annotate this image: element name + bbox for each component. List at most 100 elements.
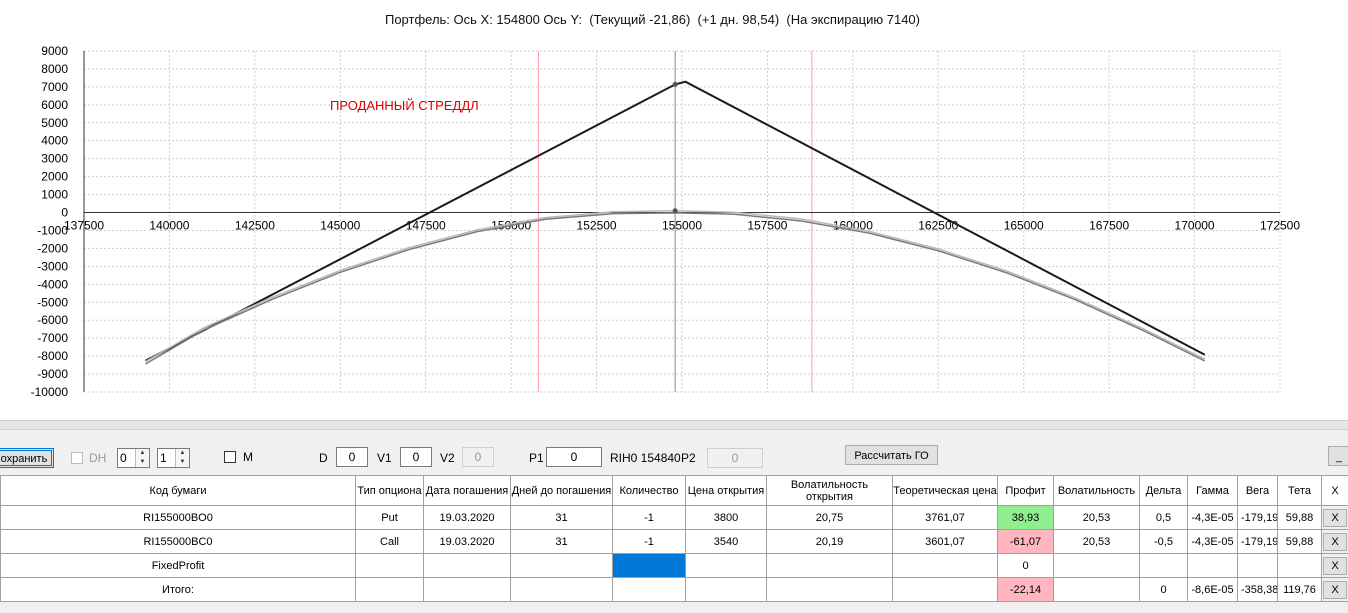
table-cell[interactable]: -1 [612, 505, 686, 530]
m-checkbox[interactable] [224, 451, 236, 463]
spinner-2[interactable]: 1 ▲ ▼ [157, 448, 190, 468]
column-header[interactable]: Волатильность [1053, 475, 1140, 506]
table-cell[interactable]: -61,07 [997, 529, 1054, 554]
p2-input[interactable]: 0 [707, 448, 763, 468]
table-cell[interactable]: 19.03.2020 [423, 529, 511, 554]
table-cell[interactable]: 31 [510, 529, 613, 554]
splitter[interactable] [0, 420, 1348, 430]
column-header[interactable]: Теоретическая цена [892, 475, 998, 506]
column-header[interactable]: Вега [1237, 475, 1278, 506]
v1-input[interactable]: 0 [400, 447, 432, 467]
table-row[interactable]: RI155000BO0 Put 19.03.2020 31 -1 3800 20,75 376… [0, 505, 1348, 530]
column-header[interactable]: Код бумаги [0, 475, 356, 506]
table-cell[interactable]: -4,3E-05 [1187, 529, 1238, 554]
table-cell[interactable]: 59,88 [1277, 505, 1322, 530]
column-header[interactable]: Профит [997, 475, 1054, 506]
table-cell[interactable]: 31 [510, 505, 613, 530]
payoff-chart[interactable]: 9000 8000 7000 6000 5000 4000 3000 2000 1000 0 -10… [0, 0, 1348, 420]
remove-cell[interactable]: X [1321, 529, 1348, 554]
remove-row-button[interactable]: X [1323, 508, 1347, 527]
spinner-1[interactable]: 0 ▲ ▼ [117, 448, 150, 468]
dh-checkbox[interactable] [71, 452, 83, 464]
table-cell[interactable]: Итого: [0, 577, 356, 602]
column-header[interactable]: Тета [1277, 475, 1322, 506]
table-cell[interactable] [685, 577, 767, 602]
column-header[interactable]: Тип опциона [355, 475, 424, 506]
v2-input[interactable]: 0 [462, 447, 494, 467]
table-cell[interactable]: 38,93 [997, 505, 1054, 530]
table-cell[interactable]: Put [355, 505, 424, 530]
table-cell[interactable] [612, 553, 686, 578]
table-cell[interactable]: RI155000BO0 [0, 505, 356, 530]
table-row[interactable]: RI155000BC0 Call 19.03.2020 31 -1 3540 20,19 36… [0, 529, 1348, 554]
table-cell[interactable] [766, 553, 893, 578]
table-cell[interactable] [1053, 577, 1140, 602]
table-cell[interactable]: FixedProfit [0, 553, 356, 578]
column-header[interactable]: Волатильность открытия [766, 475, 893, 506]
table-cell[interactable]: -4,3E-05 [1187, 505, 1238, 530]
table-cell[interactable]: -8,6E-05 [1187, 577, 1238, 602]
table-row[interactable]: FixedProfit 0 X [0, 553, 1348, 578]
d-input[interactable]: 0 [336, 447, 368, 467]
remove-cell[interactable]: X [1321, 505, 1348, 530]
remove-row-button[interactable]: X [1323, 556, 1347, 575]
table-cell[interactable] [355, 553, 424, 578]
p1-input[interactable]: 0 [546, 447, 602, 467]
table-cell[interactable]: 0,5 [1139, 505, 1188, 530]
table-cell[interactable] [510, 577, 613, 602]
column-header[interactable]: Дельта [1139, 475, 1188, 506]
table-cell[interactable]: -179,19 [1237, 505, 1278, 530]
table-cell[interactable]: 20,19 [766, 529, 893, 554]
table-cell[interactable] [685, 553, 767, 578]
remove-row-button[interactable]: X [1323, 580, 1347, 599]
column-header[interactable]: X [1321, 475, 1348, 506]
table-cell[interactable] [892, 553, 998, 578]
table-cell[interactable]: 20,53 [1053, 505, 1140, 530]
table-cell[interactable]: 3761,07 [892, 505, 998, 530]
table-cell[interactable]: -0,5 [1139, 529, 1188, 554]
table-cell[interactable]: 19.03.2020 [423, 505, 511, 530]
table-cell[interactable] [1277, 553, 1322, 578]
table-cell[interactable]: Call [355, 529, 424, 554]
table-cell[interactable] [510, 553, 613, 578]
table-cell[interactable]: 3800 [685, 505, 767, 530]
table-cell[interactable] [1139, 553, 1188, 578]
table-cell[interactable]: RI155000BC0 [0, 529, 356, 554]
column-header[interactable]: Дней до погашения [510, 475, 613, 506]
table-cell[interactable] [355, 577, 424, 602]
remove-cell[interactable]: X [1321, 577, 1348, 602]
save-button[interactable]: Сохранить [0, 448, 54, 468]
table-cell[interactable] [1187, 553, 1238, 578]
table-cell[interactable]: 0 [997, 553, 1054, 578]
table-cell[interactable]: 0 [1139, 577, 1188, 602]
table-cell[interactable] [423, 577, 511, 602]
table-row[interactable]: Итого: -22,14 0 -8,6E-05 -358,38 119,76 X [0, 577, 1348, 602]
spinner-1-arrows[interactable]: ▲ ▼ [135, 449, 149, 467]
column-header[interactable]: Количество [612, 475, 686, 506]
calculate-go-button[interactable]: Рассчитать ГО [845, 445, 938, 465]
column-header[interactable]: Дата погашения [423, 475, 511, 506]
table-cell[interactable]: 20,53 [1053, 529, 1140, 554]
table-cell[interactable]: -179,19 [1237, 529, 1278, 554]
table-cell[interactable]: 20,75 [766, 505, 893, 530]
table-cell[interactable]: -358,38 [1237, 577, 1278, 602]
spinner-2-arrows[interactable]: ▲ ▼ [175, 449, 189, 467]
remove-row-button[interactable]: X [1323, 532, 1347, 551]
table-cell[interactable]: 119,76 [1277, 577, 1322, 602]
column-header[interactable]: Цена открытия [685, 475, 767, 506]
table-cell[interactable] [1237, 553, 1278, 578]
table-body: RI155000BO0 Put 19.03.2020 31 -1 3800 20,75 376… [0, 505, 1348, 602]
table-cell[interactable]: -22,14 [997, 577, 1054, 602]
table-cell[interactable] [1053, 553, 1140, 578]
table-cell[interactable] [766, 577, 893, 602]
table-cell[interactable] [612, 577, 686, 602]
table-cell[interactable]: 3601,07 [892, 529, 998, 554]
minimize-button[interactable]: _ [1328, 446, 1348, 466]
table-cell[interactable] [892, 577, 998, 602]
table-cell[interactable]: 3540 [685, 529, 767, 554]
table-cell[interactable] [423, 553, 511, 578]
table-cell[interactable]: -1 [612, 529, 686, 554]
column-header[interactable]: Гамма [1187, 475, 1238, 506]
table-cell[interactable]: 59,88 [1277, 529, 1322, 554]
remove-cell[interactable]: X [1321, 553, 1348, 578]
